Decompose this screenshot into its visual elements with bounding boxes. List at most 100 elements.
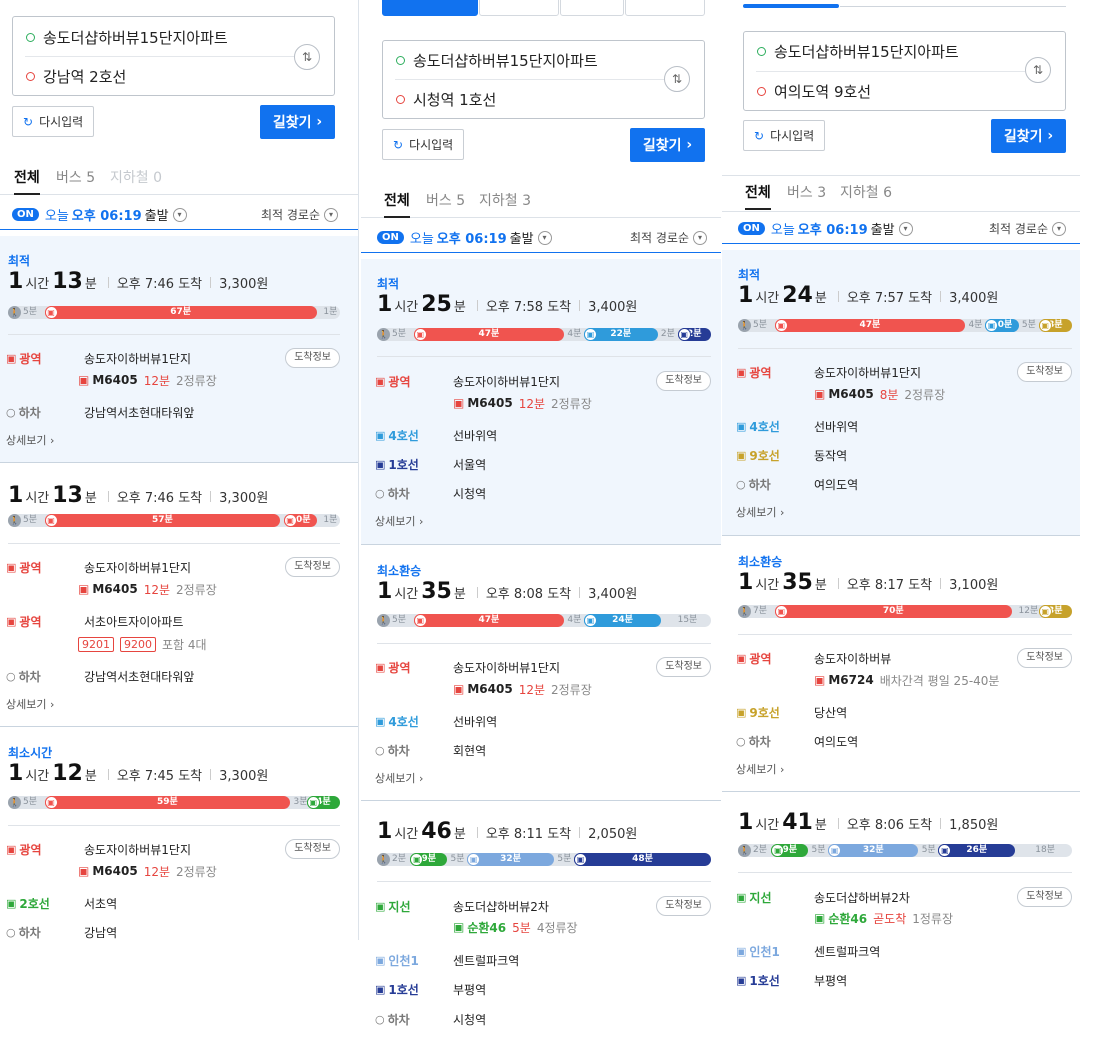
top-tab-bike[interactable] xyxy=(625,0,705,16)
bus-icon: ▣ xyxy=(375,375,386,388)
route-tag: 최적 xyxy=(377,277,400,291)
vehicle-icon: ▣ xyxy=(584,328,598,341)
vehicle-icon: ▣ xyxy=(677,328,691,341)
arrival-info-button[interactable]: 도착정보 xyxy=(656,896,711,916)
bus-icon: ▣ xyxy=(453,682,465,696)
subway-icon: ▣ xyxy=(375,429,386,442)
route-step: ▣ 4호선 선바위역 xyxy=(375,715,498,729)
walk-time-label: 2분 xyxy=(753,845,768,855)
detail-link[interactable]: 상세보기 › xyxy=(736,504,784,520)
tab-all[interactable]: 전체 xyxy=(384,184,410,218)
departure-time[interactable]: 오후 06:19 xyxy=(72,205,142,224)
bus-icon: ▣ xyxy=(814,387,826,401)
route-step: ○ 하차 강남역서초현대타워앞 xyxy=(6,406,195,420)
chevron-down-icon[interactable]: ▾ xyxy=(537,230,552,245)
arrival-info-button[interactable]: 도착정보 xyxy=(656,657,711,677)
route-step: ○ 하차 강남역 xyxy=(6,926,118,940)
route-input-box: 송도더샵하버뷰15단지아파트 시청역 1호선 ⇅ xyxy=(382,40,705,119)
search-button[interactable]: 길찾기 › xyxy=(260,105,335,139)
route-card[interactable]: 1 시간 41 분 오후 8:06 도착 1,850원 🚶 2분 ▣ 9분 ▣ 32분 ▣ 26분 5분 5… xyxy=(722,792,1080,1000)
route-card[interactable]: 최적 1 시간 13 분 오후 7:46 도착 3,300원 🚶 5분 ▣ 67분 1분 ▣ 광역 송… xyxy=(0,236,358,463)
time-segment: ▣ 47분 xyxy=(774,319,966,332)
route-step: ▣ 2호선 서초역 xyxy=(6,897,118,911)
route-card[interactable]: 1 시간 13 분 오후 7:46 도착 3,300원 🚶 5분 ▣ 57분 ▣ 10분 1분 ▣ 광역… xyxy=(0,463,358,727)
arrival-info-button[interactable]: 도착정보 xyxy=(1017,362,1072,382)
arrival-info-button[interactable]: 도착정보 xyxy=(1017,887,1072,907)
vehicle-icon: ▣ xyxy=(1038,605,1052,618)
destination-field[interactable]: 여의도역 9호선 xyxy=(744,72,1011,110)
departure-time[interactable]: 오후 06:19 xyxy=(798,219,868,238)
top-tab-car[interactable] xyxy=(479,0,559,16)
tab-bus[interactable]: 버스 5 xyxy=(56,161,95,195)
route-card[interactable]: 최적 1 시간 24 분 오후 7:57 도착 3,400원 🚶 5분 ▣ 47분 ▣ 10분 ▣ 8분… xyxy=(722,250,1080,536)
route-summary: 1 시간 13 분 오후 7:46 도착 3,300원 xyxy=(8,483,269,508)
tab-bus[interactable]: 버스 3 xyxy=(787,176,826,210)
route-summary: 1 시간 12 분 오후 7:45 도착 3,300원 xyxy=(8,761,269,786)
origin-field[interactable]: 송도더샵하버뷰15단지아파트 xyxy=(744,32,1011,70)
swap-icon[interactable]: ⇅ xyxy=(664,66,690,92)
detail-link[interactable]: 상세보기 › xyxy=(375,513,423,529)
chevron-down-icon[interactable]: ▾ xyxy=(172,207,187,222)
chevron-down-icon[interactable]: ▾ xyxy=(898,221,913,236)
origin-field[interactable]: 송도더샵하버뷰15단지아파트 xyxy=(383,41,650,79)
tab-subway[interactable]: 지하철 0 xyxy=(110,161,162,195)
route-card[interactable]: 최소환승 1 시간 35 분 오후 8:17 도착 3,100원 🚶 7분 ▣ 70분 ▣ 3분 12… xyxy=(722,536,1080,792)
departure-time[interactable]: 오후 06:19 xyxy=(437,228,507,247)
route-tag: 최소환승 xyxy=(377,564,422,578)
tab-all[interactable]: 전체 xyxy=(14,161,40,195)
bus-icon: ▣ xyxy=(736,366,747,379)
refresh-icon: ↻ xyxy=(393,137,404,152)
on-badge[interactable]: ON xyxy=(12,208,39,221)
arrival-info-button[interactable]: 도착정보 xyxy=(285,839,340,859)
detail-link[interactable]: 상세보기 › xyxy=(375,770,423,786)
route-summary: 1 시간 25 분 오후 7:58 도착 3,400원 xyxy=(377,292,638,317)
arrival-info-button[interactable]: 도착정보 xyxy=(285,348,340,368)
detail-link[interactable]: 상세보기 › xyxy=(736,761,784,777)
route-card[interactable]: 최적 1 시간 25 분 오후 7:58 도착 3,400원 🚶 5분 ▣ 47분 ▣ 22분 ▣ 2분… xyxy=(361,259,721,545)
vehicle-icon: ▣ xyxy=(44,306,58,319)
vehicle-icon: ▣ xyxy=(774,319,788,332)
swap-icon[interactable]: ⇅ xyxy=(294,44,320,70)
vehicle-icon: ▣ xyxy=(413,614,427,627)
destination-field[interactable]: 강남역 2호선 xyxy=(13,57,280,95)
search-button[interactable]: 길찾기 › xyxy=(630,128,705,162)
reset-button[interactable]: ↻ 다시입력 xyxy=(382,129,465,160)
destination-field[interactable]: 시청역 1호선 xyxy=(383,80,650,118)
arrival-info-button[interactable]: 도착정보 xyxy=(656,371,711,391)
sort-select[interactable]: 최적 경로순 ▾ xyxy=(261,206,338,223)
bus-icon: ▣ xyxy=(78,373,90,387)
walk-time-label: 2분 xyxy=(392,854,407,864)
tab-all[interactable]: 전체 xyxy=(745,176,771,210)
route-step: ▣ 9호선 당산역 xyxy=(736,706,848,720)
arrival-info-button[interactable]: 도착정보 xyxy=(1017,648,1072,668)
search-button[interactable]: 길찾기 › xyxy=(991,119,1066,153)
segment-time-label: 9분 xyxy=(421,854,437,864)
sort-select[interactable]: 최적 경로순 ▾ xyxy=(630,229,707,246)
route-card[interactable]: 1 시간 46 분 오후 8:11 도착 2,050원 🚶 2분 ▣ 9분 ▣ 32분 ▣ 48분 5분 5… xyxy=(361,801,721,1061)
reset-button[interactable]: ↻ 다시입력 xyxy=(12,106,95,137)
route-step: ▣ 광역 송도자이하버뷰1단지 도착정보 xyxy=(736,362,1072,382)
origin-field[interactable]: 송도더샵하버뷰15단지아파트 xyxy=(13,18,280,56)
swap-icon[interactable]: ⇅ xyxy=(1025,57,1051,83)
route-card[interactable]: 최소환승 1 시간 35 분 오후 8:08 도착 3,400원 🚶 5분 ▣ 47분 ▣ 24분 4… xyxy=(361,545,721,801)
segment-time-label: 32분 xyxy=(862,845,884,855)
route-card[interactable]: 최소시간 1 시간 12 분 오후 7:45 도착 3,300원 🚶 5분 ▣ 59분 ▣ 4분 3분… xyxy=(0,727,358,940)
segment-time-label: 47분 xyxy=(478,329,500,339)
time-segment: ▣ 32분 xyxy=(467,853,554,866)
sort-select[interactable]: 최적 경로순 ▾ xyxy=(989,220,1066,237)
segment-time-label: 24분 xyxy=(612,615,633,625)
time-segment: ▣ 3분 xyxy=(1038,605,1072,618)
top-tab-transit[interactable] xyxy=(382,0,478,16)
bus-line-info: ▣ M6405 8분 2정류장 xyxy=(814,387,946,402)
top-tab-walk[interactable] xyxy=(560,0,624,16)
reset-button[interactable]: ↻ 다시입력 xyxy=(743,120,826,151)
on-badge[interactable]: ON xyxy=(377,231,404,244)
arrival-info-button[interactable]: 도착정보 xyxy=(285,557,340,577)
walk-icon: 🚶 xyxy=(738,844,751,857)
tab-subway[interactable]: 지하철 6 xyxy=(840,176,892,210)
tab-bus[interactable]: 버스 5 xyxy=(426,184,465,218)
detail-link[interactable]: 상세보기 › xyxy=(6,432,54,448)
detail-link[interactable]: 상세보기 › xyxy=(6,696,54,712)
tab-subway[interactable]: 지하철 3 xyxy=(479,184,531,218)
on-badge[interactable]: ON xyxy=(738,222,765,235)
